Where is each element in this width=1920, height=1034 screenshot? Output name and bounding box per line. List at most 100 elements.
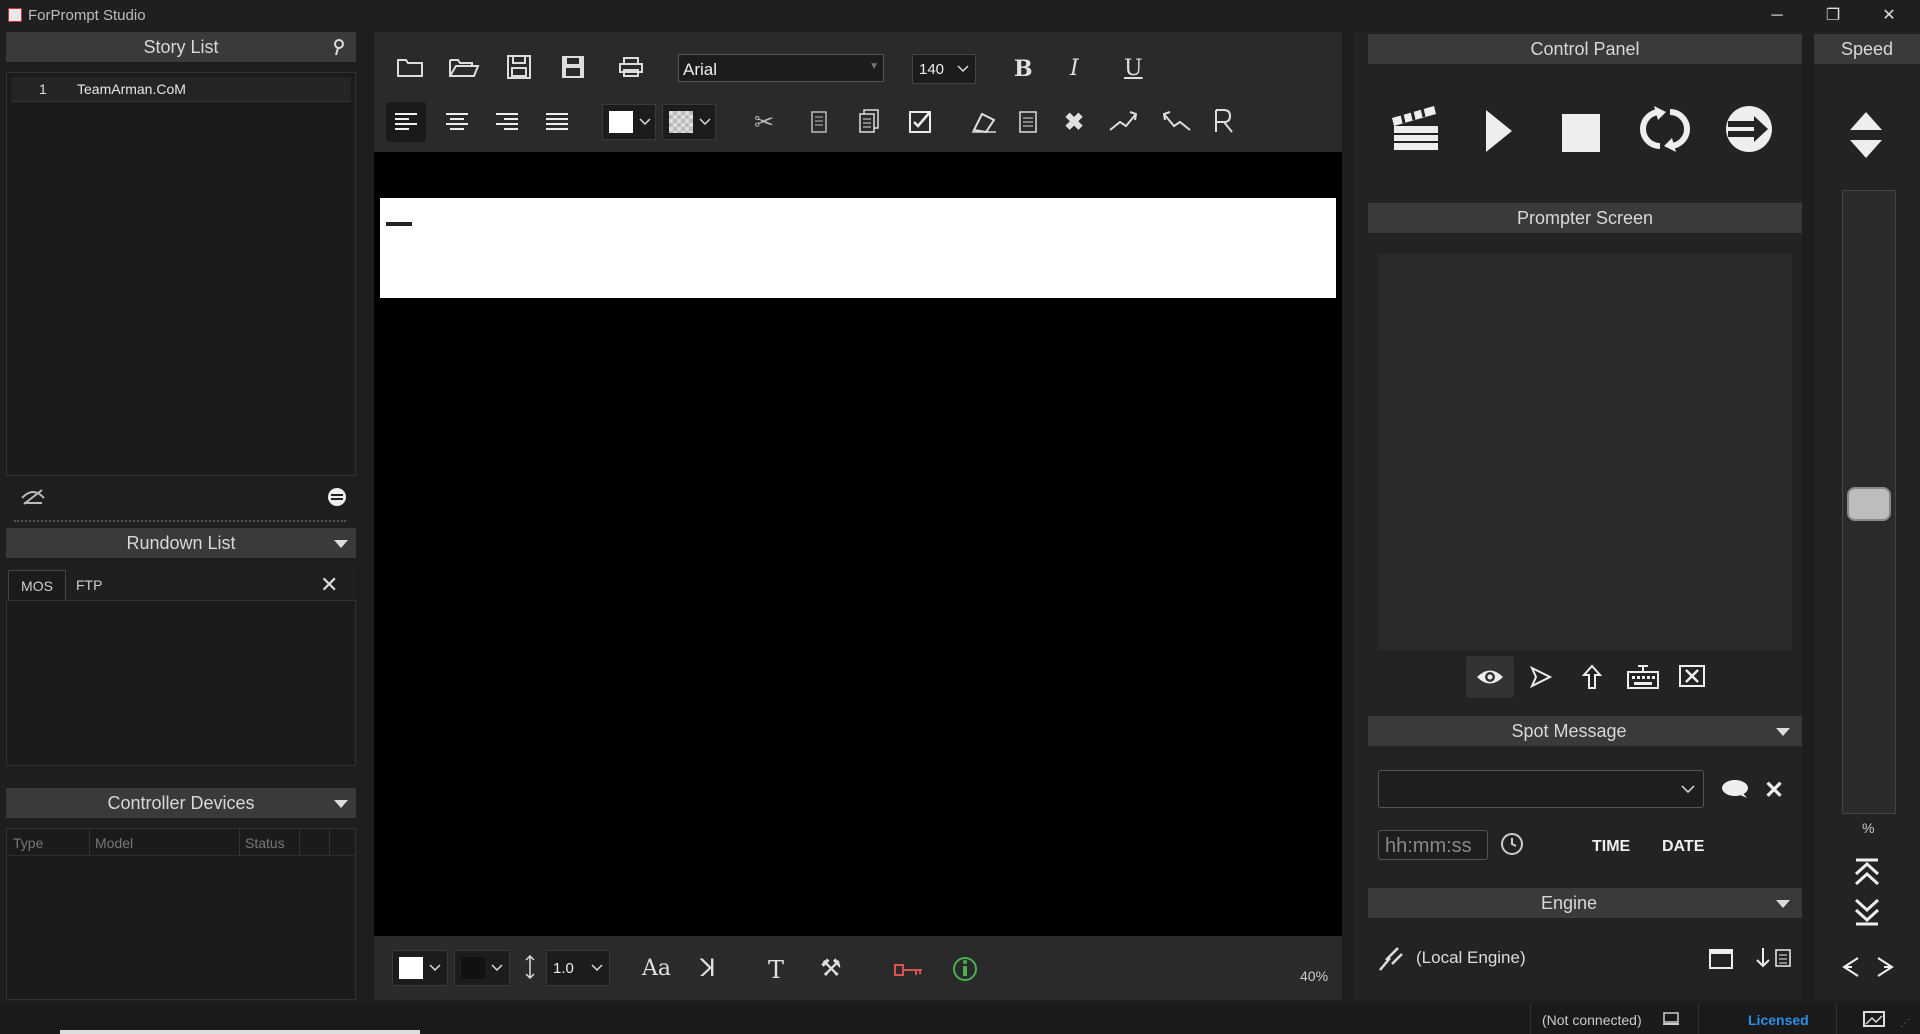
app-title: ForPrompt Studio	[28, 7, 146, 24]
col-status: Status	[245, 835, 285, 851]
clear-spot-icon[interactable]: ✕	[1764, 776, 1784, 805]
title-bar: ForPrompt Studio ─ ❐ ✕	[0, 0, 1920, 32]
speed-up-down-icon[interactable]	[1848, 108, 1884, 162]
font-size-value: 140	[919, 61, 945, 78]
story-list-title: Story List	[143, 37, 219, 57]
spot-message-select[interactable]	[1378, 770, 1704, 808]
clapperboard-icon[interactable]	[1390, 104, 1440, 152]
font-case-icon[interactable]: Aa	[642, 956, 671, 981]
align-left-button[interactable]	[386, 102, 426, 142]
text-color-picker[interactable]	[602, 104, 656, 140]
close-tab-icon[interactable]: ✕	[320, 572, 338, 598]
eraser-icon[interactable]	[970, 108, 998, 134]
foreground-color-picker[interactable]	[392, 950, 448, 986]
hide-eye-icon[interactable]	[20, 486, 46, 506]
tab-mos[interactable]: MOS	[8, 570, 66, 601]
cut-icon[interactable]: ✂	[754, 108, 774, 137]
bold-icon[interactable]: B	[1014, 56, 1033, 82]
new-file-icon[interactable]	[396, 56, 424, 78]
play-icon[interactable]	[1484, 108, 1514, 154]
align-right-icon[interactable]	[496, 111, 518, 133]
stop-icon[interactable]	[1562, 114, 1600, 152]
go-bottom-icon[interactable]	[1854, 898, 1880, 926]
controller-title: Controller Devices	[107, 793, 255, 813]
time-input[interactable]: hh:mm:ss	[1378, 830, 1488, 860]
clock-icon[interactable]	[1500, 832, 1524, 856]
zoom-level: 40%	[1300, 968, 1329, 984]
justify-icon[interactable]	[546, 111, 568, 133]
text-format-icon[interactable]: T	[768, 956, 784, 984]
engine-dropdown-icon[interactable]	[1776, 900, 1790, 908]
keyboard-icon[interactable]	[1626, 664, 1660, 690]
rundown-tabs: MOS FTP ✕	[6, 568, 356, 601]
speed-slider-thumb[interactable]	[1847, 487, 1891, 521]
save-as-icon[interactable]	[560, 54, 586, 80]
rtl-direction-icon[interactable]	[1212, 108, 1236, 134]
font-size-select[interactable]: 140	[912, 54, 976, 84]
select-all-icon[interactable]	[908, 110, 932, 134]
time-button[interactable]: TIME	[1592, 838, 1630, 856]
indent-icon[interactable]	[1108, 108, 1138, 134]
controller-dropdown-icon[interactable]	[334, 800, 348, 808]
tools-icon[interactable]: ⚒	[820, 954, 842, 983]
spot-message-title: Spot Message	[1511, 721, 1627, 741]
document-icon[interactable]	[1018, 110, 1038, 134]
close-window-button[interactable]: ✕	[1866, 0, 1912, 32]
date-button[interactable]: DATE	[1662, 838, 1704, 856]
text-cursor	[386, 222, 412, 226]
speed-slider-track[interactable]	[1842, 190, 1896, 814]
engine-header[interactable]: Engine	[1368, 888, 1802, 918]
print-icon[interactable]	[618, 56, 644, 78]
copy-icon[interactable]	[810, 110, 828, 134]
next-icon[interactable]	[1724, 104, 1774, 154]
mirror-icon[interactable]: ꓘ	[700, 954, 716, 983]
paste-icon[interactable]	[858, 108, 880, 134]
download-list-icon[interactable]	[1754, 946, 1792, 970]
engine-status-icon	[1378, 946, 1404, 972]
splitter[interactable]	[14, 520, 346, 522]
outdent-icon[interactable]	[1162, 108, 1192, 134]
rundown-header[interactable]: Rundown List	[6, 528, 356, 558]
save-icon[interactable]	[506, 54, 532, 80]
line-spacing-select[interactable]: 1.0	[546, 950, 610, 986]
underline-icon[interactable]: U	[1124, 56, 1143, 81]
prev-arrow-icon[interactable]	[1842, 956, 1860, 978]
editor-canvas[interactable]	[374, 152, 1342, 936]
send-icon[interactable]	[1530, 666, 1552, 688]
loop-icon[interactable]	[1640, 104, 1690, 154]
go-top-icon[interactable]	[1854, 858, 1880, 886]
maximize-button[interactable]: ❐	[1810, 0, 1856, 32]
spot-dropdown-icon[interactable]	[1776, 728, 1790, 736]
screen-icon[interactable]	[1862, 1010, 1886, 1028]
editor-bottom-toolbar: 1.0 Aa ꓘ T ⚒ 40%	[374, 936, 1342, 1000]
resize-grip-icon[interactable]: ⋰	[1900, 1018, 1910, 1029]
spot-message-header[interactable]: Spot Message	[1368, 716, 1802, 746]
app-icon	[8, 8, 22, 22]
close-preview-icon[interactable]	[1678, 664, 1706, 688]
story-row[interactable]: 1 TeamArman.CoM	[11, 77, 351, 102]
delete-icon[interactable]: ✖	[1064, 108, 1084, 137]
next-story-icon[interactable]	[326, 486, 348, 508]
controller-header[interactable]: Controller Devices	[6, 788, 356, 818]
minimize-button[interactable]: ─	[1754, 0, 1800, 32]
font-select[interactable]: Arial ▼	[678, 54, 884, 82]
license-key-icon[interactable]	[894, 962, 924, 978]
control-panel-title: Control Panel	[1530, 39, 1640, 59]
info-icon[interactable]	[952, 956, 978, 982]
align-center-icon[interactable]	[446, 111, 468, 133]
arrow-up-icon[interactable]	[1582, 664, 1602, 690]
open-folder-icon[interactable]	[448, 56, 480, 78]
italic-icon[interactable]: I	[1070, 56, 1079, 81]
window-mode-icon[interactable]	[1708, 948, 1734, 970]
canvas-color-picker[interactable]	[454, 950, 510, 986]
next-arrow-icon[interactable]	[1876, 956, 1894, 978]
tab-ftp[interactable]: FTP	[76, 570, 116, 600]
background-color-picker[interactable]	[662, 104, 716, 140]
rundown-dropdown-icon[interactable]	[334, 540, 348, 548]
monitor-icon	[1662, 1012, 1680, 1026]
pin-icon[interactable]	[332, 38, 346, 56]
font-dropdown-icon: ▼	[869, 61, 879, 72]
preview-eye-button[interactable]	[1466, 656, 1514, 698]
controller-table-header: Type Model Status	[7, 829, 355, 856]
speech-bubble-icon[interactable]	[1720, 778, 1750, 800]
